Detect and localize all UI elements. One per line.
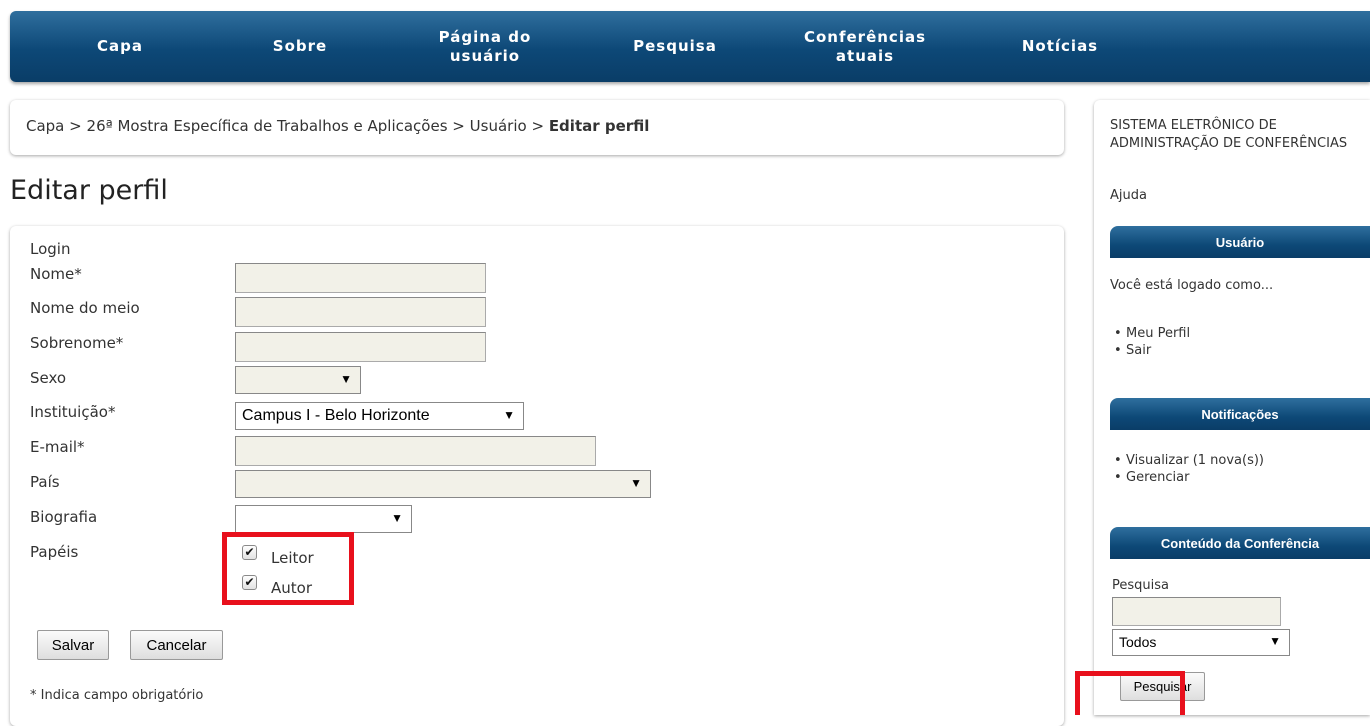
nav-item-capa[interactable]: Capa	[70, 11, 170, 82]
login-label: Login	[30, 240, 71, 258]
logged-as-text: Você está logado como...	[1110, 278, 1274, 293]
search-button-highlight-box	[1075, 671, 1185, 715]
page-title: Editar perfil	[10, 175, 168, 206]
gender-label: Sexo	[30, 369, 67, 387]
conference-content-header: Conteúdo da Conferência	[1110, 527, 1370, 559]
system-title-line2: ADMINISTRAÇÃO DE CONFERÊNCIAS	[1110, 136, 1348, 151]
cancel-button[interactable]: Cancelar	[130, 630, 223, 660]
name-input[interactable]	[235, 263, 486, 293]
nav-item-label-line1: Conferências	[803, 27, 927, 46]
institution-label: Instituição*	[30, 403, 116, 421]
user-block-header: Usuário	[1110, 226, 1370, 258]
breadcrumb-separator: >	[452, 117, 465, 135]
view-notifications-link[interactable]: Visualizar (1 nova(s))	[1114, 453, 1264, 468]
email-label: E-mail*	[30, 438, 85, 456]
gender-select[interactable]: ▼	[235, 366, 361, 394]
nav-item-sobre[interactable]: Sobre	[250, 11, 350, 82]
nav-item-pesquisa[interactable]: Pesquisa	[615, 11, 735, 82]
nav-item-label-line1: Página do	[438, 27, 532, 46]
notifications-block-header: Notificações	[1110, 398, 1370, 430]
breadcrumb-container: Capa > 26ª Mostra Específica de Trabalho…	[10, 100, 1064, 155]
breadcrumb-link-usuario[interactable]: Usuário	[470, 117, 527, 135]
sidebar-search-scope-select[interactable]: Todos ▼	[1112, 629, 1290, 656]
middle-name-label: Nome do meio	[30, 299, 140, 317]
chevron-down-icon: ▼	[391, 511, 403, 525]
nav-item-label: Notícias	[1021, 37, 1099, 55]
nav-item-conferencias-atuais[interactable]: Conferências atuais	[790, 11, 940, 82]
nav-item-label: Capa	[97, 37, 143, 55]
chevron-down-icon: ▼	[1269, 634, 1281, 648]
email-input[interactable]	[235, 436, 596, 466]
chevron-down-icon: ▼	[340, 372, 352, 386]
main-navbar: Capa Sobre Página do usuário Pesquisa Co…	[10, 11, 1370, 82]
chevron-down-icon: ▼	[503, 408, 515, 422]
institution-select-value: Campus I - Belo Horizonte	[242, 407, 430, 424]
help-link[interactable]: Ajuda	[1110, 188, 1147, 203]
nav-item-pagina-do-usuario[interactable]: Página do usuário	[420, 11, 550, 82]
roles-label: Papéis	[30, 543, 79, 561]
country-select[interactable]: ▼	[235, 470, 651, 498]
country-label: País	[30, 473, 60, 491]
chevron-down-icon: ▼	[630, 476, 642, 490]
sidebar-search-label: Pesquisa	[1112, 578, 1169, 593]
name-label: Nome*	[30, 265, 82, 283]
nav-item-label-line2: usuário	[449, 46, 521, 65]
manage-notifications-link[interactable]: Gerenciar	[1114, 470, 1190, 485]
middle-name-input[interactable]	[235, 297, 486, 327]
nav-item-label: Pesquisa	[633, 37, 717, 55]
my-profile-link[interactable]: Meu Perfil	[1114, 326, 1190, 341]
breadcrumb-link-conference[interactable]: 26ª Mostra Específica de Trabalhos e Apl…	[87, 117, 448, 135]
breadcrumb-link-capa[interactable]: Capa	[26, 117, 64, 135]
nav-item-noticias[interactable]: Notícias	[1010, 11, 1110, 82]
last-name-input[interactable]	[235, 332, 486, 362]
nav-item-label-line2: atuais	[835, 46, 895, 65]
required-field-note: * Indica campo obrigatório	[30, 688, 204, 703]
breadcrumb-separator: >	[531, 117, 545, 135]
search-scope-value: Todos	[1119, 634, 1157, 650]
roles-highlight-box	[222, 532, 354, 605]
system-title-line1: SISTEMA ELETRÔNICO DE	[1110, 118, 1277, 133]
logout-link[interactable]: Sair	[1114, 343, 1151, 358]
institution-select[interactable]: Campus I - Belo Horizonte ▼	[235, 402, 524, 430]
biography-select[interactable]: ▼	[235, 505, 412, 533]
breadcrumb: Capa > 26ª Mostra Específica de Trabalho…	[26, 117, 649, 135]
sidebar-search-input[interactable]	[1112, 597, 1281, 626]
save-button[interactable]: Salvar	[37, 630, 109, 660]
breadcrumb-current: Editar perfil	[548, 117, 650, 135]
last-name-label: Sobrenome*	[30, 334, 124, 352]
nav-item-label: Sobre	[272, 37, 328, 55]
breadcrumb-separator: >	[69, 117, 82, 135]
biography-label: Biografia	[30, 508, 98, 526]
